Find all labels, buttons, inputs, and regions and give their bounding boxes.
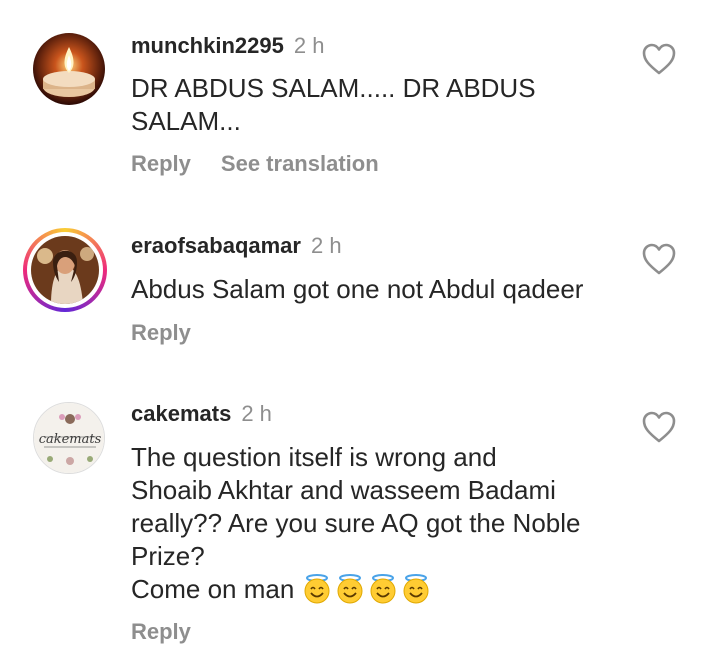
username-row: eraofsabaqamar 2 h bbox=[131, 233, 342, 259]
comment-actions: Reply See translation bbox=[131, 151, 409, 177]
reply-button[interactable]: Reply bbox=[131, 151, 191, 176]
halo-smile-icon bbox=[403, 574, 429, 604]
username-row: munchkin2295 2 h bbox=[131, 33, 324, 59]
heart-icon[interactable] bbox=[641, 242, 677, 276]
username[interactable]: munchkin2295 bbox=[131, 33, 284, 58]
comment-text: The question itself is wrong and Shoaib … bbox=[131, 442, 581, 604]
halo-smile-icon bbox=[337, 574, 363, 604]
comment-text: DR ABDUS SALAM..... DR ABDUS SALAM... bbox=[131, 73, 536, 136]
comment-text: Abdus Salam got one not Abdul qadeer bbox=[131, 274, 584, 304]
cakemats-logo: cakemats bbox=[34, 403, 104, 473]
timestamp: 2 h bbox=[241, 401, 272, 426]
see-translation-button[interactable]: See translation bbox=[221, 151, 379, 176]
reply-button[interactable]: Reply bbox=[131, 320, 191, 345]
reply-button[interactable]: Reply bbox=[131, 619, 191, 644]
heart-icon[interactable] bbox=[641, 410, 677, 444]
emoji-group bbox=[302, 574, 434, 604]
candle-photo bbox=[33, 33, 105, 105]
halo-smile-icon bbox=[304, 574, 330, 604]
avatar bbox=[31, 236, 99, 304]
username[interactable]: cakemats bbox=[131, 401, 231, 426]
heart-icon[interactable] bbox=[641, 42, 677, 76]
timestamp: 2 h bbox=[293, 33, 325, 58]
portrait-photo bbox=[31, 236, 99, 304]
username[interactable]: eraofsabaqamar bbox=[131, 233, 301, 258]
avatar[interactable]: cakemats bbox=[33, 402, 105, 474]
comment-actions: Reply bbox=[131, 320, 221, 346]
comment-actions: Reply bbox=[131, 619, 221, 645]
timestamp: 2 h bbox=[310, 233, 342, 258]
avatar-logo-text: cakemats bbox=[39, 432, 102, 447]
username-row: cakemats 2 h bbox=[131, 401, 272, 427]
halo-smile-icon bbox=[370, 574, 396, 604]
avatar-story-ring[interactable] bbox=[23, 228, 107, 312]
avatar[interactable] bbox=[33, 33, 105, 105]
